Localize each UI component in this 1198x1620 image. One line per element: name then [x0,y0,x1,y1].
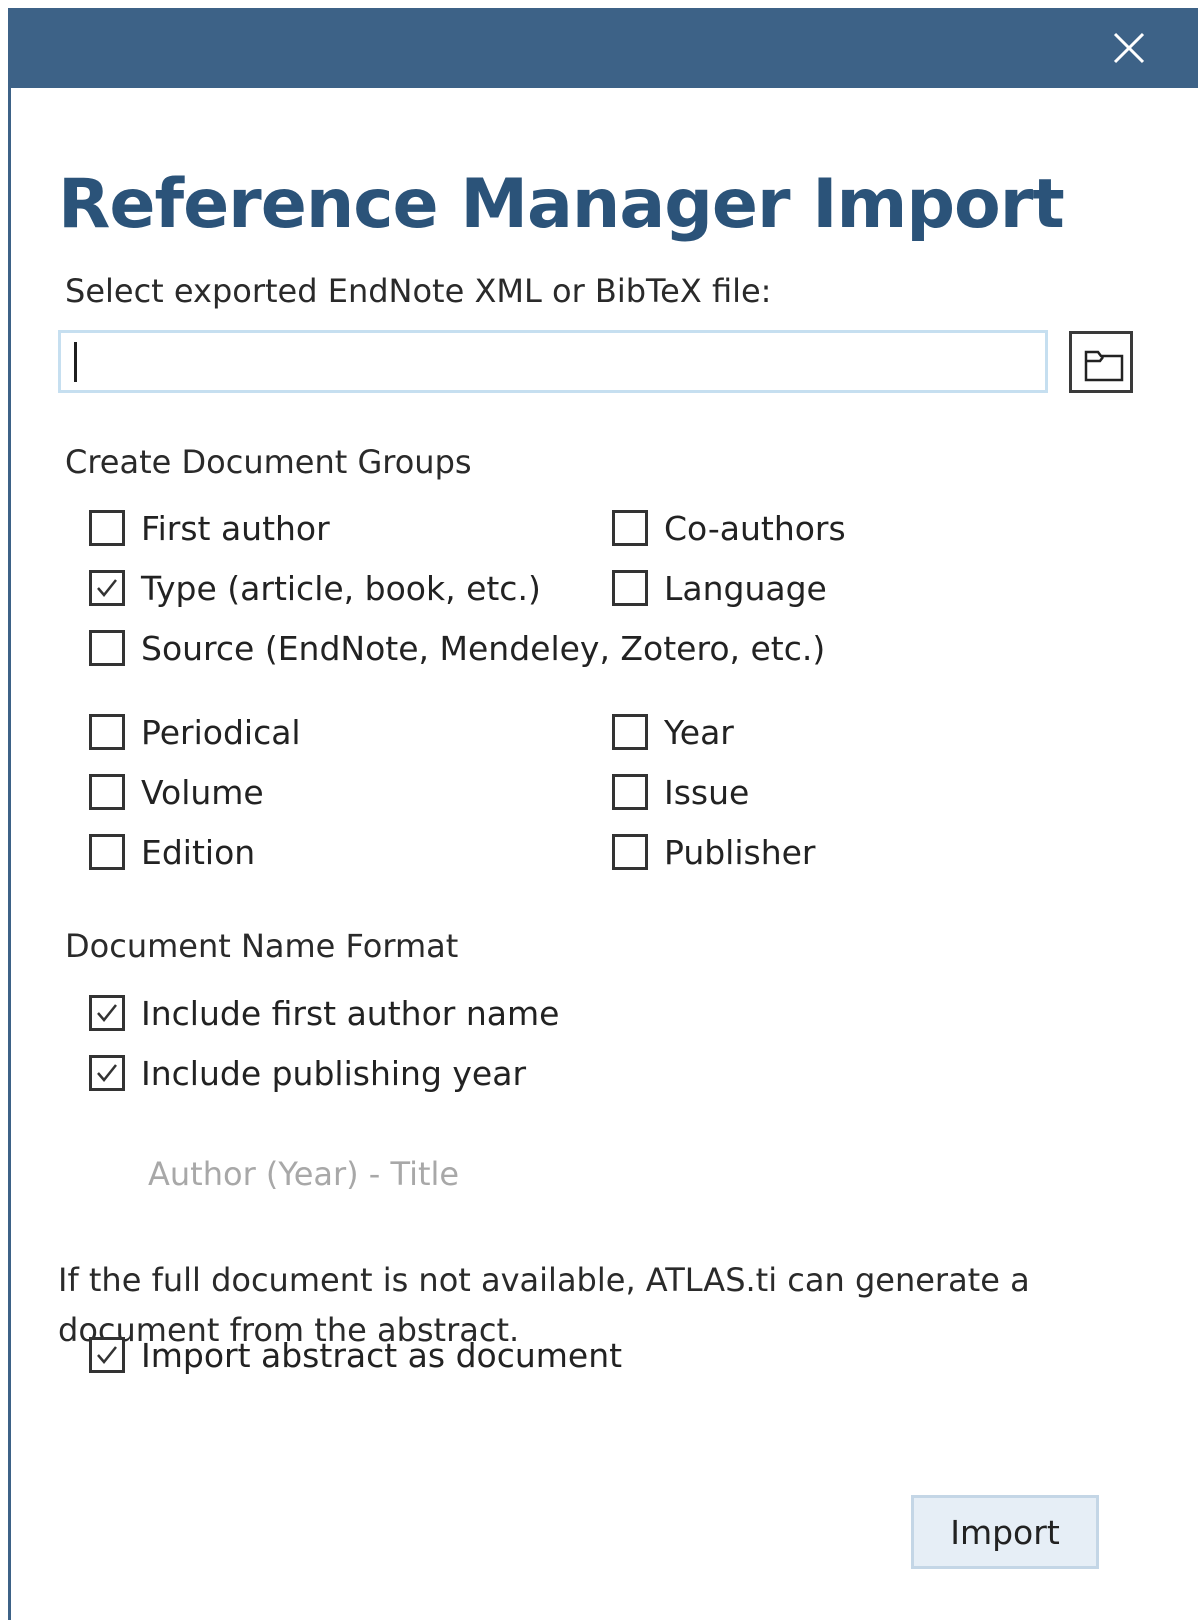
checkbox-label: Volume [141,772,264,812]
checkbox-first-author[interactable]: First author [89,508,330,548]
name-format-preview: Author (Year) - Title [148,1155,460,1193]
groups-heading: Create Document Groups [65,443,472,481]
checkbox-label: Language [664,568,827,608]
title-bar [11,8,1198,88]
checkbox-language[interactable]: Language [612,568,827,608]
checkbox-box[interactable] [612,774,648,810]
import-button[interactable]: Import [911,1495,1099,1569]
checkbox-label: Year [664,712,734,752]
checkbox-box[interactable] [612,510,648,546]
checkbox-edition[interactable]: Edition [89,832,255,872]
checkbox-box[interactable] [89,630,125,666]
checkbox-box[interactable] [89,774,125,810]
file-label: Select exported EndNote XML or BibTeX fi… [65,272,772,310]
checkbox-volume[interactable]: Volume [89,772,264,812]
name-format-heading: Document Name Format [65,927,459,965]
checkbox-type[interactable]: Type (article, book, etc.) [89,568,541,608]
checkbox-label: Edition [141,832,256,872]
checkbox-label: Source (EndNote, Mendeley, Zotero, etc.) [141,628,826,668]
checkbox-label: Import abstract as document [141,1335,623,1375]
checkbox-box[interactable] [89,1055,125,1091]
checkmark-icon [97,1004,117,1022]
checkbox-issue[interactable]: Issue [612,772,749,812]
text-caret [74,342,77,382]
checkbox-box[interactable] [612,834,648,870]
checkbox-box[interactable] [612,570,648,606]
checkbox-box[interactable] [89,714,125,750]
checkbox-year[interactable]: Year [612,712,734,752]
checkbox-periodical[interactable]: Periodical [89,712,301,752]
checkbox-box[interactable] [89,510,125,546]
folder-icon [1084,350,1124,382]
checkbox-publisher[interactable]: Publisher [612,832,816,872]
checkbox-co-authors[interactable]: Co-authors [612,508,846,548]
checkbox-box[interactable] [89,1337,125,1373]
checkbox-label: Periodical [141,712,301,752]
checkbox-box[interactable] [89,995,125,1031]
checkbox-label: Publisher [664,832,816,872]
checkbox-include-first-author[interactable]: Include first author name [89,993,559,1033]
browse-button[interactable] [1069,331,1133,393]
dialog-title: Reference Manager Import [58,165,1065,244]
checkbox-label: Co-authors [664,508,846,548]
checkbox-box[interactable] [89,570,125,606]
checkbox-import-abstract[interactable]: Import abstract as document [89,1335,622,1375]
checkmark-icon [97,579,117,597]
checkbox-source[interactable]: Source (EndNote, Mendeley, Zotero, etc.) [89,628,825,668]
checkbox-label: Type (article, book, etc.) [141,568,541,608]
checkbox-include-year[interactable]: Include publishing year [89,1053,526,1093]
checkmark-icon [97,1064,117,1082]
checkmark-icon [97,1346,117,1364]
checkbox-box[interactable] [612,714,648,750]
file-path-input[interactable] [58,330,1048,393]
close-button[interactable] [1109,28,1149,68]
checkbox-label: First author [141,508,330,548]
checkbox-box[interactable] [89,834,125,870]
checkbox-label: Include publishing year [141,1053,527,1093]
checkbox-label: Issue [664,772,750,812]
import-dialog [8,8,1198,1620]
close-icon [1113,32,1145,64]
checkbox-label: Include first author name [141,993,560,1033]
